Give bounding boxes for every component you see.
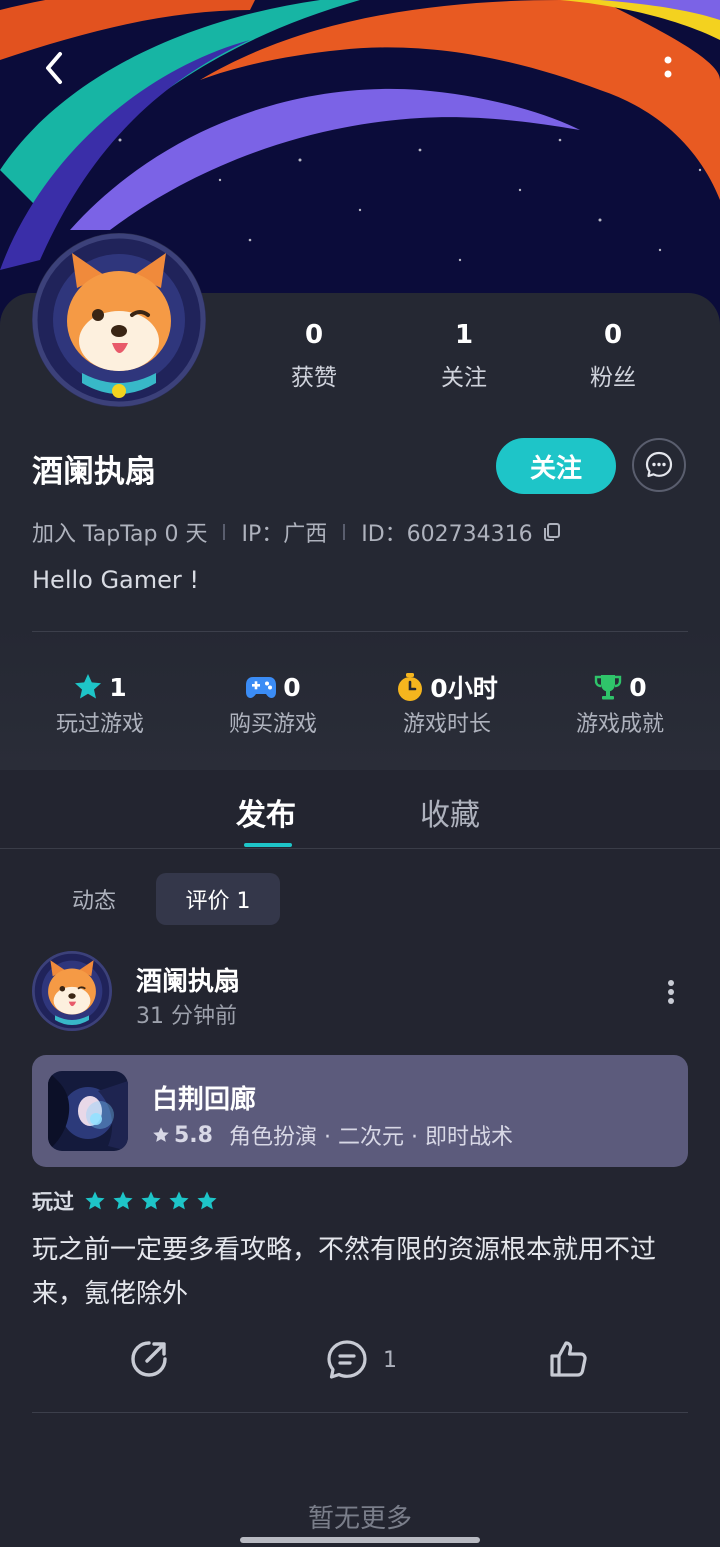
games-bought-label: 购买游戏 [228, 712, 317, 737]
post-author-avatar[interactable] [32, 951, 112, 1031]
review-rating: 玩过 [32, 1186, 218, 1216]
profile-meta: 加入 TapTap 0 天 IP：广西 ID：602734316 [32, 516, 563, 548]
trophy-icon [595, 675, 622, 700]
play-time-label: 游戏时长 [402, 712, 491, 737]
stat-followers-label: 粉丝 [590, 365, 636, 391]
games-played-value: 1 [109, 672, 127, 702]
joined-duration: 加入 TapTap 0 天 [32, 522, 208, 547]
achievements-value: 0 [629, 672, 647, 702]
stat-following[interactable]: 1 关注 [404, 318, 524, 392]
game-info: 5.8 角色扮演 · 二次元 · 即时战术 [152, 1119, 513, 1151]
rating-star-icon [113, 1191, 133, 1210]
game-tags: 角色扮演 · 二次元 · 即时战术 [228, 1125, 513, 1150]
game-cover-art [48, 1071, 128, 1151]
played-label: 玩过 [32, 1190, 74, 1214]
like-button[interactable] [548, 1338, 590, 1380]
rating-star-icon [169, 1191, 189, 1210]
more-vertical-icon [664, 56, 672, 78]
rating-star-icon [153, 1127, 169, 1142]
rating-star-icon [85, 1191, 105, 1210]
post-more-button[interactable] [656, 975, 686, 1009]
share-button[interactable] [128, 1338, 170, 1380]
stat-games-played[interactable]: 1 玩过游戏 [15, 670, 185, 738]
more-vertical-icon [668, 980, 674, 1004]
comment-count: 1 [383, 1347, 397, 1373]
ip-location: IP：广西 [241, 522, 328, 547]
game-title: 白荆回廊 [152, 1085, 257, 1115]
post-author-name[interactable]: 酒阑执扇 [136, 961, 240, 998]
achievements-label: 游戏成就 [575, 712, 664, 737]
star-icon [75, 674, 102, 699]
stat-followers[interactable]: 0 粉丝 [553, 318, 673, 392]
active-tab-indicator [244, 843, 292, 847]
stat-games-bought[interactable]: 0 购买游戏 [188, 670, 358, 738]
comment-icon [327, 1340, 367, 1379]
stopwatch-icon [398, 673, 423, 701]
more-options-button[interactable] [652, 48, 684, 88]
chat-bubble-icon [645, 451, 673, 478]
games-played-label: 玩过游戏 [55, 712, 144, 737]
game-card[interactable]: 白荆回廊 5.8 角色扮演 · 二次元 · 即时战术 [32, 1055, 688, 1167]
stat-play-time[interactable]: 0小时 游戏时长 [362, 670, 532, 738]
stat-achievements[interactable]: 0 游戏成就 [535, 670, 705, 738]
thumbs-up-icon [550, 1341, 587, 1377]
back-arrow-icon [46, 52, 62, 84]
rating-star-icon [197, 1191, 217, 1210]
stat-likes-label: 获赞 [291, 365, 337, 391]
game-cover-image [48, 1071, 128, 1151]
subtab-dynamic[interactable]: 动态 [54, 873, 134, 925]
profile-username: 酒阑执扇 [32, 454, 156, 490]
review-text[interactable]: 玩之前一定要多看攻略，不然有限的资源根本就用不过来，氪佬除外 [32, 1228, 692, 1316]
divider [32, 1412, 688, 1413]
gamepad-icon [246, 677, 277, 698]
message-button[interactable] [632, 438, 686, 492]
review-stars [84, 1190, 218, 1212]
shiba-avatar-image [32, 233, 206, 407]
comment-button[interactable]: 1 [325, 1338, 397, 1382]
meta-separator [223, 524, 226, 540]
share-icon [131, 1341, 167, 1377]
shiba-avatar-image [32, 951, 112, 1031]
post-timestamp: 31 分钟前 [136, 1004, 237, 1029]
content-tabbar: 发布 收藏 [0, 770, 720, 849]
stat-following-value: 1 [454, 320, 474, 350]
stat-likes-value: 0 [304, 320, 324, 350]
play-time-value: 0小时 [430, 674, 498, 703]
copy-id-button[interactable] [541, 521, 563, 543]
divider [32, 631, 688, 632]
game-rating: 5.8 [174, 1122, 213, 1148]
no-more-content: 暂无更多 [307, 1504, 412, 1534]
home-indicator[interactable] [240, 1537, 480, 1543]
rating-star-icon [141, 1191, 161, 1210]
stat-followers-value: 0 [603, 320, 623, 350]
follow-button[interactable]: 关注 [496, 438, 616, 494]
profile-bio: Hello Gamer ! [32, 566, 200, 594]
games-bought-value: 0 [283, 672, 301, 702]
meta-separator [343, 524, 346, 540]
tab-publish[interactable]: 发布 [236, 790, 296, 834]
stat-following-label: 关注 [441, 365, 487, 391]
stat-likes[interactable]: 0 获赞 [254, 318, 374, 392]
tab-favorites[interactable]: 收藏 [420, 790, 480, 834]
user-id: ID：602734316 [361, 522, 533, 547]
subtab-reviews[interactable]: 评价 1 [156, 873, 280, 925]
copy-icon [543, 523, 560, 541]
back-button[interactable] [36, 48, 76, 88]
avatar[interactable] [32, 233, 206, 407]
